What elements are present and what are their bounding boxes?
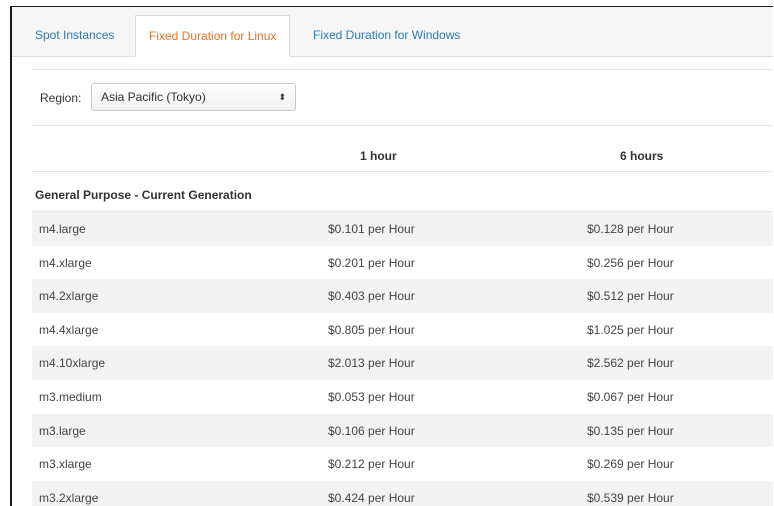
table-row: m4.xlarge $0.201 per Hour $0.256 per Hou… bbox=[32, 246, 773, 280]
region-select-value: Asia Pacific (Tokyo) bbox=[101, 90, 206, 104]
table-row: m4.2xlarge $0.403 per Hour $0.512 per Ho… bbox=[32, 279, 773, 313]
price-6-hours-cell: $0.256 per Hour bbox=[587, 255, 674, 270]
price-1-hour-cell: $0.403 per Hour bbox=[328, 289, 415, 304]
price-1-hour-cell: $0.424 per Hour bbox=[328, 490, 415, 505]
instance-type-cell: m4.10xlarge bbox=[39, 356, 106, 371]
price-1-hour-cell: $0.201 per Hour bbox=[328, 255, 415, 270]
table-row: m3.2xlarge $0.424 per Hour $0.539 per Ho… bbox=[32, 480, 773, 506]
table-row: m3.large $0.106 per Hour $0.135 per Hour bbox=[32, 413, 773, 448]
tab-spot-instances[interactable]: Spot Instances bbox=[22, 15, 127, 56]
instance-type-cell: m3.xlarge bbox=[39, 457, 92, 472]
table-row: m4.4xlarge $0.805 per Hour $1.025 per Ho… bbox=[32, 313, 773, 347]
instance-type-cell: m4.4xlarge bbox=[39, 322, 99, 337]
pricing-table: m4.large $0.101 per Hour $0.128 per Hour… bbox=[32, 212, 773, 506]
instance-type-cell: m3.large bbox=[39, 423, 86, 438]
price-6-hours-cell: $0.269 per Hour bbox=[587, 457, 674, 472]
divider bbox=[32, 171, 773, 172]
table-row: m4.large $0.101 per Hour $0.128 per Hour bbox=[32, 212, 773, 246]
price-1-hour-cell: $0.053 per Hour bbox=[328, 389, 415, 404]
price-1-hour-cell: $0.101 per Hour bbox=[328, 222, 415, 236]
price-6-hours-cell: $0.128 per Hour bbox=[587, 222, 674, 236]
price-1-hour-cell: $0.805 per Hour bbox=[328, 322, 415, 337]
table-row: m4.10xlarge $2.013 per Hour $2.562 per H… bbox=[32, 346, 773, 380]
column-header-1-hour: 1 hour bbox=[360, 149, 397, 163]
table-row: m3.xlarge $0.212 per Hour $0.269 per Hou… bbox=[32, 447, 773, 481]
price-1-hour-cell: $0.212 per Hour bbox=[328, 457, 415, 472]
instance-type-cell: m3.2xlarge bbox=[39, 490, 99, 505]
divider bbox=[32, 125, 773, 126]
tab-fixed-duration-windows[interactable]: Fixed Duration for Windows bbox=[300, 15, 473, 56]
instance-type-cell: m3.medium bbox=[39, 389, 102, 404]
instance-type-cell: m4.large bbox=[39, 222, 86, 236]
region-select[interactable]: Asia Pacific (Tokyo) ⬍ bbox=[91, 83, 296, 111]
select-updown-icon: ⬍ bbox=[278, 92, 286, 102]
price-6-hours-cell: $0.512 per Hour bbox=[587, 289, 674, 304]
price-6-hours-cell: $0.067 per Hour bbox=[587, 389, 674, 404]
instance-type-cell: m4.xlarge bbox=[39, 255, 92, 270]
group-heading: General Purpose - Current Generation bbox=[35, 188, 252, 202]
price-6-hours-cell: $2.562 per Hour bbox=[587, 356, 674, 371]
pricing-panel: Spot Instances Fixed Duration for Linux … bbox=[10, 6, 773, 506]
tab-bar: Spot Instances Fixed Duration for Linux … bbox=[12, 7, 773, 57]
price-6-hours-cell: $0.135 per Hour bbox=[587, 423, 674, 438]
price-1-hour-cell: $0.106 per Hour bbox=[328, 423, 415, 438]
column-header-6-hours: 6 hours bbox=[620, 149, 664, 163]
instance-type-cell: m4.2xlarge bbox=[39, 289, 99, 304]
price-6-hours-cell: $1.025 per Hour bbox=[587, 322, 674, 337]
price-6-hours-cell: $0.539 per Hour bbox=[587, 490, 674, 505]
tab-fixed-duration-linux[interactable]: Fixed Duration for Linux bbox=[135, 15, 291, 57]
price-1-hour-cell: $2.013 per Hour bbox=[328, 356, 415, 371]
region-label: Region: bbox=[40, 91, 82, 105]
table-row: m3.medium $0.053 per Hour $0.067 per Hou… bbox=[32, 380, 773, 414]
divider bbox=[32, 69, 773, 70]
